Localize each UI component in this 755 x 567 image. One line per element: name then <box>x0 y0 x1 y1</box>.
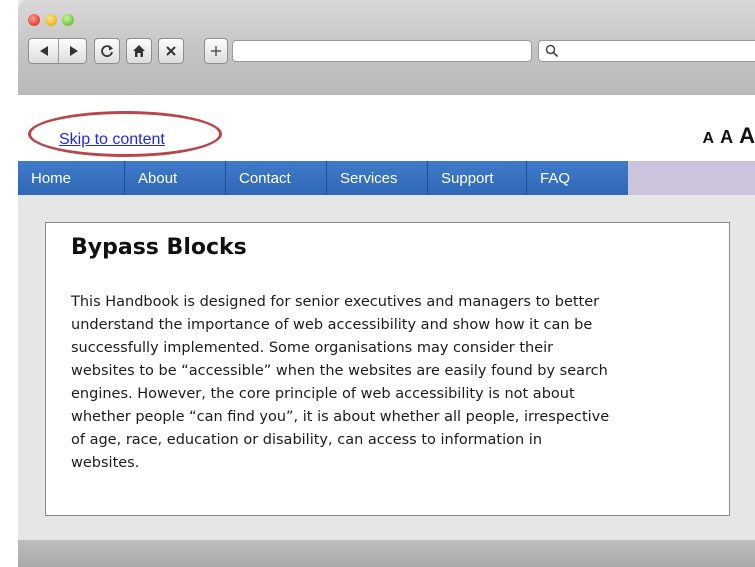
font-size-controls: A A A <box>703 123 755 149</box>
highlight-ellipse <box>28 111 222 157</box>
paragraph-line: This Handbook is designed for senior exe… <box>71 294 600 310</box>
reload-icon <box>101 45 113 57</box>
paragraph-line: websites. <box>71 455 140 471</box>
font-size-large-button[interactable]: A <box>739 123 755 149</box>
close-window-button[interactable] <box>28 14 40 26</box>
nav-menu: Home About Contact Services Support FAQ <box>18 161 628 195</box>
address-bar[interactable] <box>232 40 532 62</box>
nav-item-about[interactable]: About <box>125 161 226 195</box>
browser-window: Skip to content A A A Home About Contact… <box>18 0 755 567</box>
home-button[interactable] <box>126 38 152 64</box>
main-content: Bypass Blocks This Handbook is designed … <box>45 222 730 516</box>
zoom-window-button[interactable] <box>62 14 74 26</box>
main-navigation: Home About Contact Services Support FAQ <box>18 161 755 195</box>
paragraph-line: whether people “can find you”, it is abo… <box>71 409 610 425</box>
forward-button[interactable] <box>58 39 88 63</box>
nav-item-support[interactable]: Support <box>428 161 527 195</box>
home-icon <box>133 45 145 57</box>
font-size-medium-button[interactable]: A <box>720 127 733 148</box>
back-icon <box>39 46 48 56</box>
search-icon <box>545 44 559 58</box>
paragraph-line: engines. However, the core principle of … <box>71 386 575 402</box>
paragraph-line: of age, race, education or disability, c… <box>71 432 543 448</box>
forward-icon <box>69 46 78 56</box>
stop-button[interactable] <box>158 38 184 64</box>
paragraph-line: understand the importance of web accessi… <box>71 317 593 333</box>
paragraph-line: successfully implemented. Some organisat… <box>71 340 554 356</box>
page-header: Skip to content A A A <box>18 95 755 161</box>
content-area: Bypass Blocks This Handbook is designed … <box>18 195 755 540</box>
paragraph-line: websites to be “accessible” when the web… <box>71 363 608 379</box>
status-bar <box>18 540 755 567</box>
new-tab-button[interactable] <box>204 38 228 64</box>
page-title: Bypass Blocks <box>71 235 247 260</box>
nav-item-home[interactable]: Home <box>18 161 125 195</box>
back-button[interactable] <box>29 39 58 63</box>
nav-item-faq[interactable]: FAQ <box>527 161 628 195</box>
reload-button[interactable] <box>94 38 120 64</box>
search-input[interactable] <box>538 40 755 62</box>
font-size-small-button[interactable]: A <box>703 130 715 148</box>
minimize-window-button[interactable] <box>45 14 57 26</box>
nav-item-contact[interactable]: Contact <box>226 161 327 195</box>
browser-toolbar <box>18 0 755 96</box>
close-icon <box>166 46 176 56</box>
new-tab-icon <box>211 46 221 56</box>
body-paragraph: This Handbook is designed for senior exe… <box>71 291 731 475</box>
nav-item-services[interactable]: Services <box>327 161 428 195</box>
back-forward-group <box>28 38 87 64</box>
